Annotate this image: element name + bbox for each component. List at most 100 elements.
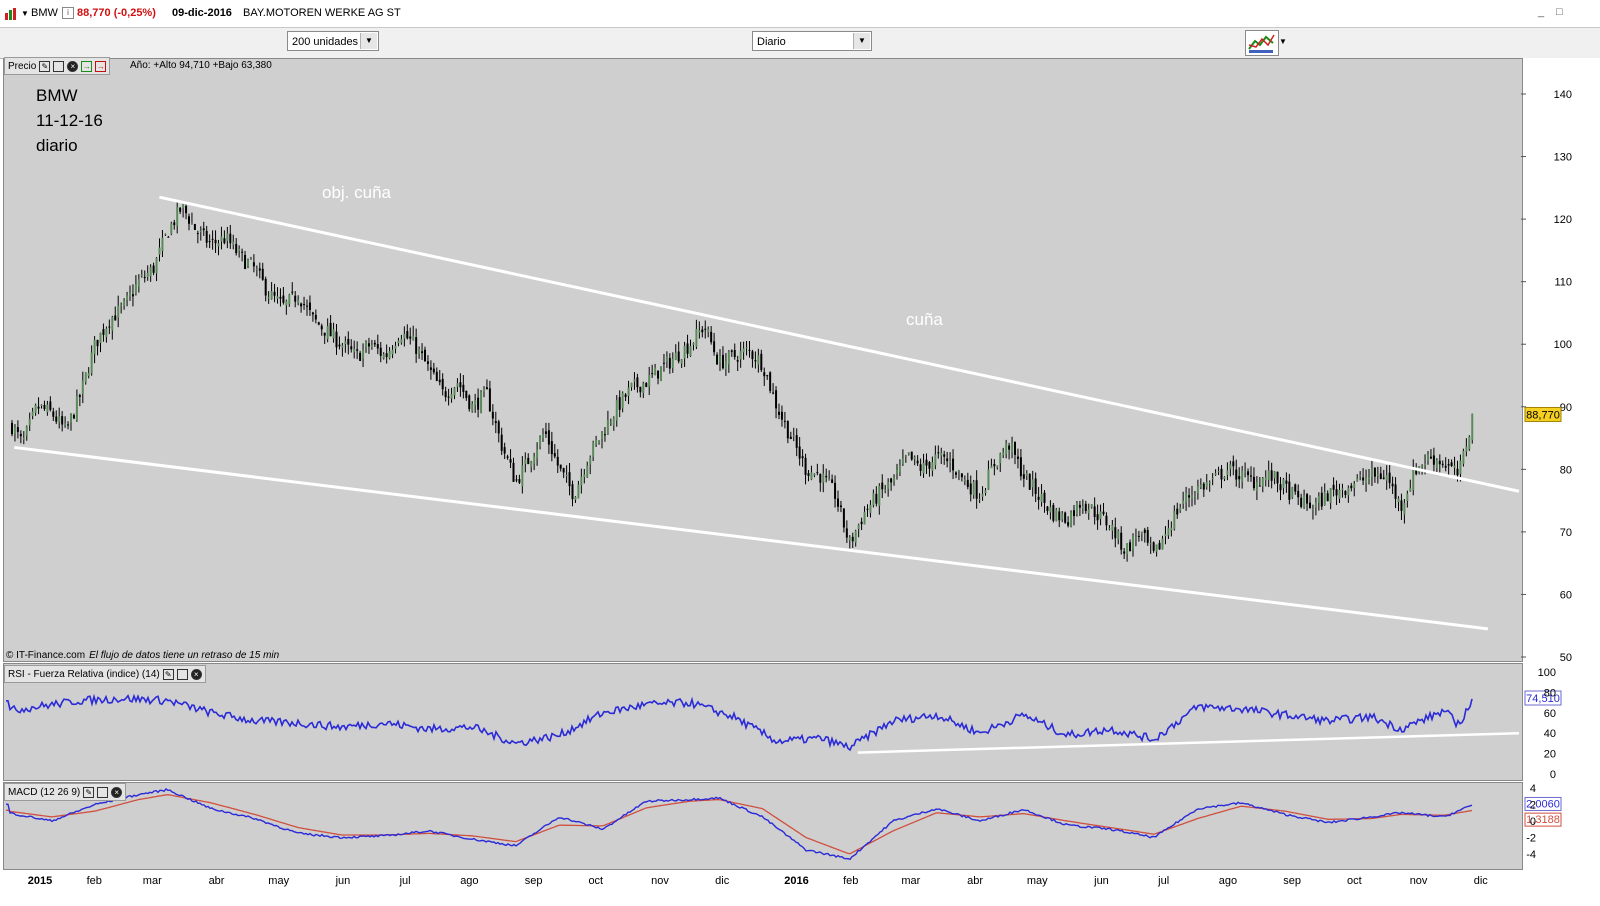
candle-body [869, 504, 872, 514]
candle-body [822, 473, 825, 483]
candle-body [940, 452, 943, 456]
macd-y-tick-label: 4 [1530, 783, 1536, 795]
candle-body [1078, 504, 1081, 508]
candle-body [400, 339, 403, 343]
candle-body [946, 458, 949, 462]
candle-body [123, 300, 126, 306]
export-icon[interactable]: → [81, 60, 93, 72]
candle-body [952, 458, 955, 471]
candle-body [677, 351, 680, 362]
candle-body [1014, 442, 1016, 455]
price-y-tick-label: 100 [1554, 339, 1572, 351]
candle-body [1356, 478, 1359, 482]
x-tick-label: 2015 [28, 875, 52, 887]
close-icon[interactable]: × [67, 60, 79, 72]
candle-body [494, 421, 497, 424]
candle-body [146, 272, 149, 278]
candle-body [421, 351, 424, 354]
candle-body [488, 388, 491, 412]
close-icon[interactable]: × [111, 786, 123, 798]
candle-body [1435, 460, 1438, 469]
window-icon[interactable] [53, 60, 65, 72]
candle-body [789, 436, 792, 439]
candle-body [49, 401, 52, 410]
candle-body [1049, 507, 1052, 513]
price-y-tick-label: 60 [1560, 589, 1572, 601]
candle-body [842, 508, 845, 528]
candle-body [40, 404, 43, 406]
candle-body [630, 382, 633, 388]
candle-body [297, 300, 300, 304]
remove-icon[interactable]: → [95, 60, 107, 72]
candle-body [1368, 477, 1370, 480]
candle-body [1073, 510, 1075, 517]
candle-body [1465, 446, 1468, 452]
data-credit: © IT-Finance.com El flujo de datos tiene … [6, 650, 279, 661]
wrench-icon[interactable]: ✎ [83, 786, 95, 798]
candle-body [1288, 481, 1291, 500]
window-icon[interactable] [97, 786, 109, 798]
candle-body [1459, 460, 1462, 474]
candle-body [1264, 477, 1267, 481]
candle-body [67, 424, 70, 426]
candle-body [238, 248, 241, 251]
candle-body [341, 345, 344, 348]
candle-body [406, 331, 409, 339]
candle-body [52, 411, 55, 417]
rsi-y-tick-label: 60 [1544, 708, 1556, 720]
candle-body [848, 537, 851, 541]
candle-body [612, 417, 615, 426]
candle-body [332, 329, 335, 339]
candle-body [1129, 542, 1132, 552]
candle-body [1061, 513, 1064, 520]
credit-source: © IT-Finance.com [6, 650, 86, 661]
candle-body [668, 357, 671, 369]
candle-body [754, 360, 757, 362]
candle-body [816, 472, 819, 474]
candle-body [1370, 468, 1373, 478]
candle-body [707, 329, 710, 333]
candle-body [1297, 490, 1300, 498]
candle-body [813, 473, 816, 476]
candle-body [1273, 471, 1276, 479]
candle-body [450, 393, 453, 399]
candle-body [1137, 535, 1140, 537]
close-icon[interactable]: × [190, 668, 202, 680]
x-tick-label: 2016 [784, 875, 808, 887]
candle-body [170, 223, 173, 234]
candle-body [1058, 511, 1061, 521]
candle-body [1022, 474, 1025, 479]
candle-body [960, 473, 963, 478]
candle-body [267, 297, 270, 299]
candle-body [444, 391, 447, 398]
candle-body [1424, 463, 1427, 466]
candle-body [143, 277, 146, 279]
candle-body [241, 251, 244, 253]
candle-body [730, 350, 733, 352]
candle-body [447, 396, 450, 398]
candle-body [539, 437, 542, 447]
candle-body [134, 284, 137, 294]
macd-y-tick-label: -2 [1526, 833, 1536, 845]
candle-body [385, 353, 388, 358]
candle-body [1317, 496, 1320, 503]
candle-body [1285, 480, 1288, 484]
candle-body [683, 345, 686, 359]
candle-body [1096, 514, 1099, 521]
candle-body [745, 347, 748, 349]
candle-body [795, 435, 798, 448]
rsi-y-tick-label: 0 [1550, 769, 1556, 781]
candle-body [288, 294, 291, 305]
candle-body [1382, 477, 1385, 479]
x-tick-label: ago [460, 875, 478, 887]
wrench-icon[interactable]: ✎ [162, 668, 174, 680]
candle-body [22, 437, 25, 440]
candle-body [1468, 436, 1471, 450]
candle-body [25, 426, 28, 436]
rsi-trendline [857, 731, 1519, 754]
wrench-icon[interactable]: ✎ [39, 60, 51, 72]
window-icon[interactable] [176, 668, 188, 680]
candle-body [1303, 495, 1306, 508]
candle-body [928, 462, 931, 469]
candle-body [763, 372, 766, 377]
